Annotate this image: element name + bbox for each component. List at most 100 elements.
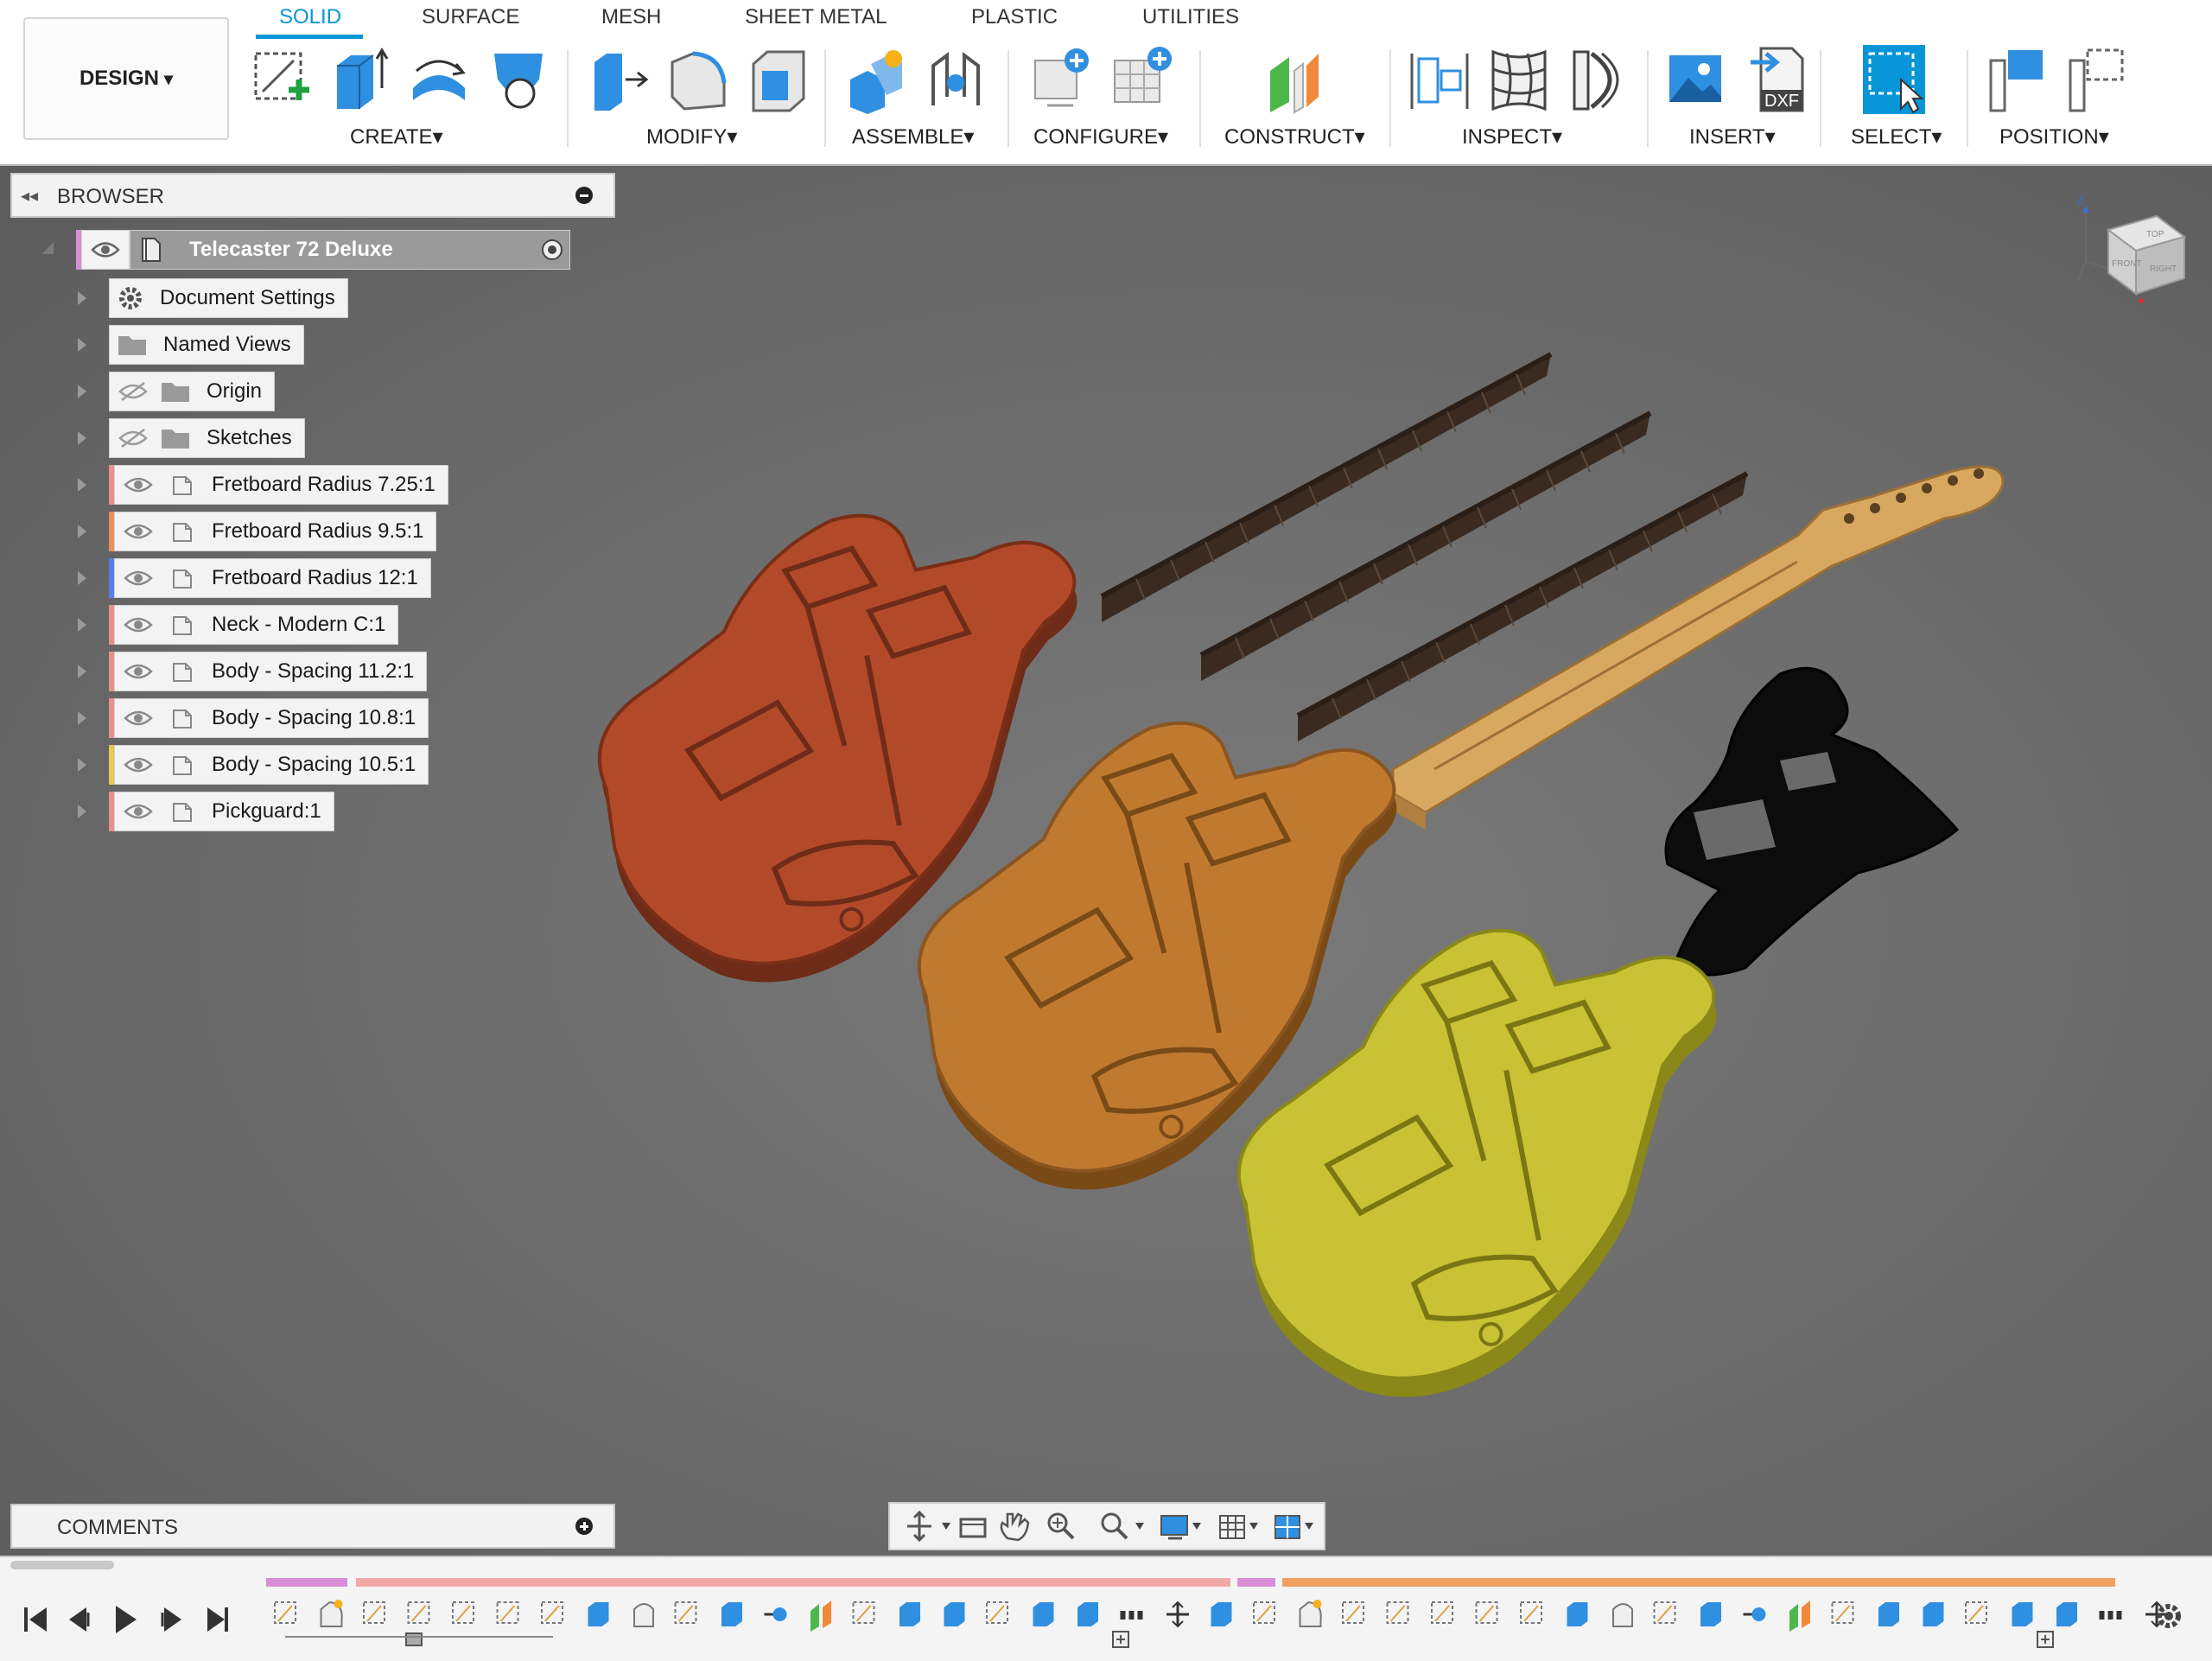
measure-icon[interactable] — [1408, 45, 1471, 114]
timeline-feature-icon[interactable] — [1743, 1607, 1766, 1621]
revolve-icon[interactable] — [408, 45, 470, 114]
view-cube[interactable]: TOP FRONT RIGHT Z — [2074, 192, 2195, 321]
browser-item-row[interactable]: Origin — [0, 372, 622, 411]
select-menu[interactable]: SELECT▾ — [1851, 124, 1942, 150]
timeline-feature-icon[interactable] — [986, 1601, 1008, 1624]
visibility-eye-icon[interactable] — [124, 568, 153, 589]
root-visibility-icon[interactable] — [81, 230, 130, 270]
tab-solid[interactable]: SOLID — [279, 5, 341, 29]
browser-item-label-box[interactable]: Sketches — [109, 418, 305, 458]
capture-position-icon[interactable] — [2067, 45, 2129, 114]
browser-item-label-box[interactable]: Origin — [109, 372, 276, 411]
expand-arrow-icon[interactable] — [78, 525, 86, 538]
visibility-eye-icon[interactable] — [124, 661, 153, 682]
expand-arrow-icon[interactable] — [78, 758, 86, 772]
offset-plane-icon[interactable] — [1263, 45, 1325, 114]
timeline-feature-icon[interactable] — [1789, 1601, 1810, 1632]
insert-dxf-icon[interactable]: DXF — [1745, 45, 1808, 114]
visibility-eye-icon[interactable] — [124, 521, 153, 542]
visibility-eye-icon[interactable] — [124, 801, 153, 822]
inspect-menu[interactable]: INSPECT▾ — [1462, 124, 1562, 150]
create-menu[interactable]: CREATE▾ — [350, 124, 443, 150]
select-icon[interactable] — [1863, 45, 1925, 114]
tab-plastic[interactable]: PLASTIC — [971, 5, 1058, 29]
browser-item-row[interactable]: Named Views — [0, 325, 622, 365]
insert-canvas-icon[interactable] — [1664, 45, 1726, 114]
visibility-eye-icon[interactable] — [124, 708, 153, 729]
configure-table-icon[interactable] — [1030, 45, 1092, 114]
go-to-start-icon[interactable] — [24, 1607, 47, 1632]
collapse-root-icon[interactable] — [41, 242, 54, 254]
timeline-feature-icon[interactable] — [2056, 1602, 2077, 1626]
configure-menu[interactable]: CONFIGURE▾ — [1033, 124, 1168, 150]
timeline-feature-icon[interactable] — [1431, 1601, 1453, 1624]
expand-arrow-icon[interactable] — [78, 711, 86, 725]
tab-utilities[interactable]: UTILITIES — [1142, 5, 1239, 29]
browser-root-row[interactable]: Telecaster 72 Deluxe — [41, 230, 570, 270]
timeline-feature-icon[interactable] — [674, 1601, 697, 1624]
timeline-add-icon-2[interactable] — [2037, 1631, 2054, 1648]
browser-item-row[interactable]: Pickguard:1 — [0, 792, 622, 831]
pickguard[interactable] — [1664, 666, 1960, 977]
activate-radio-icon[interactable] — [542, 239, 563, 260]
timeline-feature-icon[interactable] — [1211, 1602, 1232, 1626]
timeline-feature-icon[interactable] — [944, 1602, 965, 1626]
viewports-icon[interactable] — [1274, 1515, 1313, 1539]
timeline-feature-icon[interactable] — [764, 1607, 787, 1621]
browser-item-label-box[interactable]: Fretboard Radius 12:1 — [114, 558, 431, 598]
timeline-feature-icon[interactable] — [407, 1601, 430, 1624]
create-sketch-icon[interactable] — [251, 45, 313, 114]
browser-item-label-box[interactable]: Pickguard:1 — [114, 792, 334, 831]
expand-arrow-icon[interactable] — [78, 805, 86, 818]
timeline-feature-icon[interactable] — [1166, 1601, 1189, 1628]
timeline-feature-icon[interactable] — [320, 1600, 343, 1627]
comments-panel[interactable]: COMMENTS — [10, 1504, 615, 1549]
timeline-feature-icon[interactable] — [274, 1601, 296, 1624]
expand-arrow-icon[interactable] — [78, 431, 86, 445]
extrude-icon[interactable] — [328, 45, 391, 114]
browser-item-label-box[interactable]: Body - Spacing 11.2:1 — [114, 652, 428, 691]
timeline-feature-icon[interactable] — [899, 1602, 920, 1626]
configure-rule-icon[interactable] — [1111, 45, 1173, 114]
timeline-feature-icon[interactable] — [2012, 1602, 2033, 1626]
construct-menu[interactable]: CONSTRUCT▾ — [1224, 124, 1365, 150]
hole-icon[interactable] — [487, 45, 550, 114]
timeline-feature-icon[interactable] — [496, 1601, 519, 1624]
browser-item-label-box[interactable]: Body - Spacing 10.5:1 — [114, 745, 429, 785]
timeline-feature-icon[interactable] — [1653, 1601, 1676, 1624]
expand-arrow-icon[interactable] — [78, 338, 86, 352]
hidden-eye-icon[interactable] — [118, 381, 148, 402]
timeline-feature-icon[interactable] — [452, 1601, 474, 1624]
browser-panel-header[interactable]: ◂◂ BROWSER — [10, 173, 615, 218]
timeline-feature-icon[interactable] — [1253, 1601, 1275, 1624]
tab-sheet-metal[interactable]: SHEET METAL — [745, 5, 887, 29]
grid-settings-icon[interactable] — [1219, 1515, 1258, 1539]
browser-item-row[interactable]: Document Settings — [0, 278, 622, 318]
look-at-icon[interactable] — [959, 1518, 987, 1538]
orbit-icon[interactable] — [907, 1510, 950, 1543]
fretboard-9-5[interactable] — [1199, 410, 1652, 681]
step-back-icon[interactable] — [69, 1607, 90, 1632]
align-icon[interactable] — [1987, 45, 2050, 114]
timeline-feature-icon[interactable] — [2099, 1611, 2122, 1620]
browser-item-row[interactable]: Sketches — [0, 418, 622, 458]
timeline-feature-icon[interactable] — [852, 1601, 875, 1624]
timeline-features[interactable] — [274, 1600, 2168, 1632]
timeline-feature-icon[interactable] — [1077, 1602, 1098, 1626]
browser-item-row[interactable]: Body - Spacing 10.8:1 — [0, 698, 622, 738]
timeline-feature-icon[interactable] — [1831, 1601, 1854, 1624]
visibility-eye-icon[interactable] — [124, 754, 153, 775]
timeline-feature-icon[interactable] — [1120, 1611, 1143, 1620]
timeline-feature-icon[interactable] — [1567, 1602, 1588, 1626]
timeline-marker[interactable] — [285, 1632, 553, 1646]
hidden-eye-icon[interactable] — [118, 428, 148, 449]
expand-arrow-icon[interactable] — [78, 618, 86, 632]
timeline-feature-icon[interactable] — [721, 1602, 742, 1626]
browser-item-label-box[interactable]: Body - Spacing 10.8:1 — [114, 698, 429, 738]
visibility-eye-icon[interactable] — [124, 614, 153, 635]
timeline-feature-icon[interactable] — [1612, 1603, 1633, 1627]
modify-menu[interactable]: MODIFY▾ — [646, 124, 737, 150]
joint-icon[interactable] — [925, 45, 987, 114]
pan-icon[interactable] — [1000, 1512, 1030, 1542]
expand-arrow-icon[interactable] — [78, 665, 86, 678]
